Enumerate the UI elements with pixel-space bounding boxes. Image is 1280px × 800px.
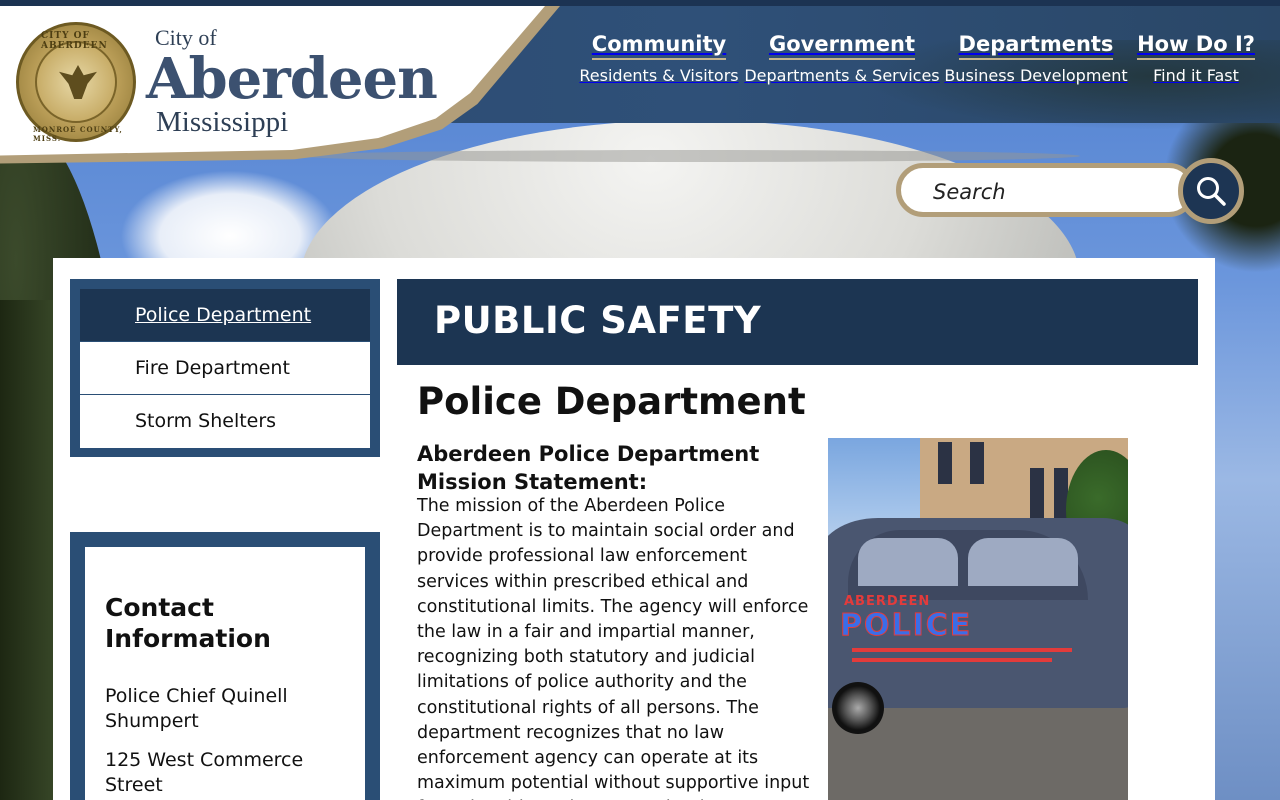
mission-body: The mission of the Aberdeen Police Depar… <box>417 496 810 800</box>
contact-name: Police Chief Quinell Shumpert <box>105 685 288 732</box>
nav-subtitle: Departments & Services <box>744 66 940 85</box>
nav-title: How Do I? <box>1137 32 1255 60</box>
car-text-aberdeen: ABERDEEN <box>844 594 931 609</box>
section-subnav: Police Department Fire Department Storm … <box>70 279 380 457</box>
brand-city-name: Aberdeen <box>146 46 438 112</box>
header-top-line <box>0 0 1280 6</box>
nav-government[interactable]: Government Departments & Services <box>744 32 939 85</box>
water-tower-band <box>300 150 1080 162</box>
car-stripe <box>852 648 1072 652</box>
section-banner: PUBLIC SAFETY <box>397 279 1198 365</box>
contact-address: 125 West Commerce Street <box>105 749 304 796</box>
nav-departments[interactable]: Departments Business Development <box>944 32 1127 85</box>
eagle-icon <box>59 65 97 99</box>
car-window <box>968 538 1078 586</box>
subnav-item-storm-shelters[interactable]: Storm Shelters <box>80 395 370 448</box>
photo-window <box>938 442 952 484</box>
nav-title: Community <box>591 32 727 60</box>
photo-window <box>970 442 984 484</box>
page-title: Police Department <box>417 380 806 423</box>
brand-state: Mississippi <box>156 106 289 138</box>
contact-title: Contact Information <box>105 593 271 653</box>
nav-community[interactable]: Community Residents & Visitors <box>579 32 738 85</box>
car-wheel <box>832 682 884 734</box>
car-window <box>858 538 958 586</box>
nav-title: Departments <box>958 32 1114 60</box>
subnav-item-fire[interactable]: Fire Department <box>80 342 370 395</box>
seal-top-text: CITY OF ABERDEEN <box>41 31 108 51</box>
police-car-photo: ABERDEEN POLICE <box>828 438 1128 800</box>
seal-inner-ring <box>35 41 117 123</box>
seal-bottom-text: MONROE COUNTY, MISS. <box>33 125 123 143</box>
mission-heading: Aberdeen Police Department Mission State… <box>417 442 760 494</box>
contact-box: Contact Information Police Chief Quinell… <box>70 532 380 800</box>
city-seal-logo[interactable]: CITY OF ABERDEEN MONROE COUNTY, MISS. <box>16 22 136 143</box>
search-box <box>896 163 1196 217</box>
banner-title: PUBLIC SAFETY <box>434 299 762 342</box>
car-text-police: POLICE <box>839 608 973 644</box>
search-input[interactable] <box>933 177 1163 207</box>
search-icon <box>1197 177 1226 206</box>
nav-subtitle: Business Development <box>944 66 1128 85</box>
search-button[interactable] <box>1178 158 1244 224</box>
subnav-item-police[interactable]: Police Department <box>80 289 370 342</box>
nav-subtitle: Residents & Visitors <box>579 66 739 85</box>
nav-title: Government <box>768 32 915 60</box>
nav-subtitle: Find it Fast <box>1153 66 1239 85</box>
car-stripe <box>852 658 1052 662</box>
contact-inner: Contact Information Police Chief Quinell… <box>85 547 365 800</box>
nav-how-do-i[interactable]: How Do I? Find it Fast <box>1137 32 1255 85</box>
